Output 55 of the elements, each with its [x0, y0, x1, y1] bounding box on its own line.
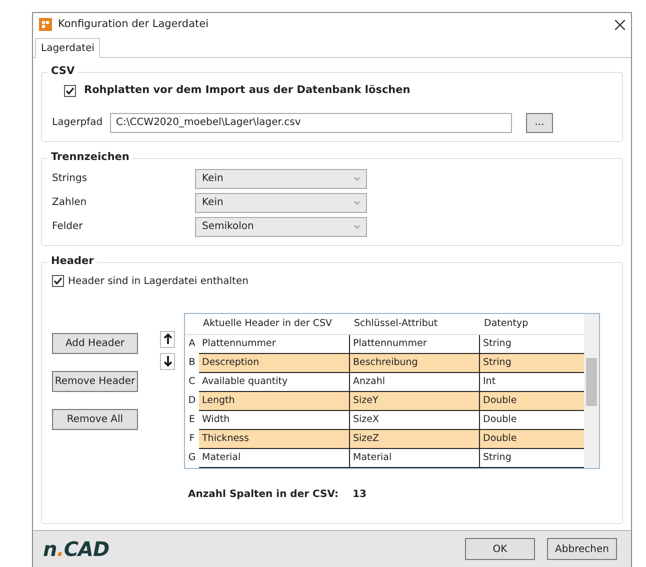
dropdown[interactable]: Kein [195, 192, 367, 213]
path-field[interactable]: C:\CCW2020_moebel\Lager\lager.csv [110, 112, 512, 133]
row-label: E [188, 413, 196, 428]
field-label: Lagerpfad [52, 116, 104, 130]
table-cell: Descreption [199, 354, 350, 373]
browse-button[interactable]: ... [526, 112, 553, 133]
checkbox[interactable] [52, 275, 64, 288]
row-label: C [188, 375, 196, 390]
field-label: Zahlen [52, 196, 88, 210]
table-cell: Length [199, 392, 350, 411]
chevron-icon [354, 200, 360, 205]
table-cell: Beschreibung [350, 354, 480, 373]
row-label: A [188, 337, 196, 352]
count-value: 13 [352, 488, 366, 502]
logo: n.CAD [43, 536, 110, 563]
window-title: Konfiguration der Lagerdatei [58, 16, 208, 32]
tab[interactable]: Lagerdatei [35, 38, 100, 58]
table-cell: Width [199, 411, 350, 430]
row-label: G [187, 451, 197, 466]
table-cell: Material [350, 449, 480, 468]
up-arrow-button[interactable] [160, 330, 175, 348]
table-cell: Double [480, 392, 584, 411]
header-button[interactable]: Remove All [52, 408, 138, 430]
table-cell: Double [480, 430, 584, 449]
table-cell: SizeZ [350, 430, 480, 449]
dialog-button[interactable]: OK [465, 538, 535, 560]
row-label: D [187, 394, 197, 408]
checkbox[interactable] [64, 84, 76, 97]
table-cell: String [480, 354, 584, 373]
field-label: Strings [52, 172, 88, 186]
header-button[interactable]: Remove Header [52, 370, 138, 392]
dialog-button[interactable]: Abbrechen [547, 538, 617, 560]
chevron-icon [354, 224, 360, 229]
header-button[interactable]: Add Header [52, 332, 138, 354]
checkbox-label: Header sind in Lagerdatei enthalten [68, 274, 248, 289]
table-cell: Anzahl [350, 373, 480, 392]
chevron-icon [354, 176, 360, 181]
row-label: F [188, 432, 196, 446]
table-cell: SizeX [350, 411, 480, 430]
table-cell: SizeY [350, 392, 480, 411]
close-icon[interactable] [615, 20, 625, 30]
down-arrow-button[interactable] [160, 352, 175, 370]
field-label: Felder [52, 220, 84, 234]
table-cell: Plattennummer [199, 335, 350, 354]
dropdown[interactable]: Semikolon [195, 216, 367, 237]
checkbox-label: Rohplatten vor dem Import aus der Datenbank löschen [84, 83, 410, 98]
table-cell: Material [199, 449, 350, 468]
table-cell: Available quantity [199, 373, 350, 392]
scrollbar[interactable] [584, 314, 599, 468]
table-cell: Thickness [199, 430, 350, 449]
table-cell: Plattennummer [350, 335, 480, 354]
dropdown[interactable]: Kein [195, 168, 367, 189]
app-icon [39, 18, 52, 31]
row-label: B [188, 356, 196, 370]
count-label: Anzahl Spalten in der CSV: [188, 488, 339, 502]
